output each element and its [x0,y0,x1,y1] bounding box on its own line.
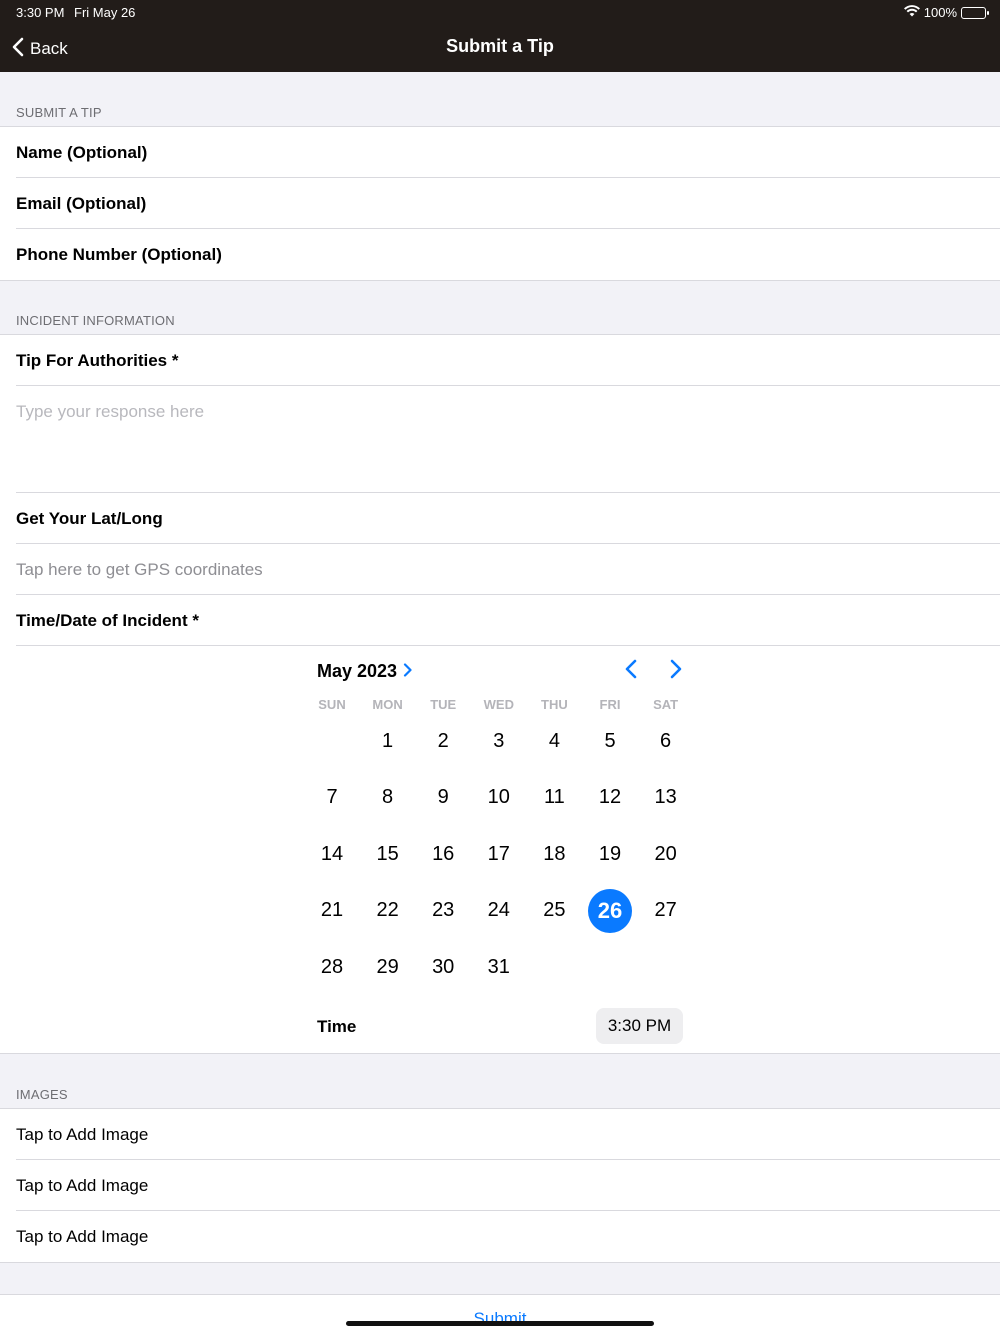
contact-fields-card: Name (Optional) Email (Optional) Phone N… [0,126,1000,281]
calendar-day[interactable]: 27 [644,889,688,933]
calendar-day[interactable]: 4 [532,719,576,763]
navigation-bar: 3:30 PM Fri May 26 100% Back Submit a Ti… [0,0,1000,72]
calendar-day[interactable]: 13 [644,776,688,820]
calendar-day[interactable]: 23 [421,889,465,933]
weekday-label: MON [372,697,403,712]
chevron-right-icon [669,659,683,684]
page-title: Submit a Tip [446,36,554,56]
calendar-day[interactable]: 15 [366,832,410,876]
calendar-day[interactable]: 11 [532,776,576,820]
calendar-day[interactable]: 14 [310,832,354,876]
chevron-right-icon [403,661,413,682]
calendar-day[interactable]: 2 [421,719,465,763]
calendar-day[interactable]: 9 [421,776,465,820]
weekday-label: SUN [318,697,346,712]
home-indicator [346,1321,654,1326]
weekday-label: FRI [599,697,621,712]
status-time: 3:30 PM [16,5,65,20]
calendar-day[interactable]: 5 [588,719,632,763]
calendar-day[interactable]: 31 [477,945,521,989]
email-field[interactable]: Email (Optional) [0,178,1000,229]
next-month-button[interactable] [662,657,690,685]
calendar-day[interactable]: 25 [532,889,576,933]
submit-button[interactable]: Submit [0,1309,1000,1329]
month-year-button[interactable]: May 2023 [317,661,413,682]
calendar-day[interactable]: 22 [366,889,410,933]
calendar-day[interactable]: 20 [644,832,688,876]
calendar-day[interactable]: 6 [644,719,688,763]
calendar-day[interactable]: 16 [421,832,465,876]
calendar-day[interactable]: 10 [477,776,521,820]
calendar-day[interactable]: 29 [366,945,410,989]
calendar-day[interactable]: 24 [477,889,521,933]
add-image-button[interactable]: Tap to Add Image [0,1160,1000,1211]
datetime-label: Time/Date of Incident * [0,595,1000,646]
calendar-day[interactable]: 30 [421,945,465,989]
chevron-left-icon [624,659,638,684]
tip-placeholder: Type your response here [16,402,205,421]
calendar-day[interactable]: 8 [366,776,410,820]
images-card: Tap to Add Image Tap to Add Image Tap to… [0,1108,1000,1263]
tip-label: Tip For Authorities * [0,335,1000,386]
battery-icon [961,6,989,19]
weekday-label: THU [541,697,568,712]
calendar-day[interactable]: 12 [588,776,632,820]
calendar-day[interactable]: 28 [310,945,354,989]
section-header-images: IMAGES [16,1087,68,1102]
wifi-icon [903,5,920,20]
time-picker-button[interactable]: 3:30 PM [596,1008,683,1044]
incident-card: Tip For Authorities * Type your response… [0,334,1000,1054]
selected-day[interactable]: 26 [588,888,632,933]
phone-field[interactable]: Phone Number (Optional) [0,229,1000,280]
status-date: Fri May 26 [74,5,136,20]
weekday-label: WED [483,697,514,712]
calendar-day[interactable]: 1 [366,719,410,763]
month-year-label: May 2023 [317,661,398,681]
calendar-day[interactable]: 3 [477,719,521,763]
name-field[interactable]: Name (Optional) [0,127,1000,178]
section-header-submit: SUBMIT A TIP [16,105,102,120]
tip-textarea[interactable]: Type your response here [0,386,1000,493]
status-indicators: 100% [903,5,989,20]
get-gps-button[interactable]: Tap here to get GPS coordinates [0,544,1000,595]
time-label: Time [317,1017,357,1036]
date-picker: May 2023 SUN MON TUE WED THU FRI SAT 123456789… [304,645,696,1055]
calendar-day[interactable]: 21 [310,889,354,933]
add-image-button[interactable]: Tap to Add Image [0,1109,1000,1160]
weekday-label: TUE [430,697,457,712]
weekday-label: SAT [653,697,679,712]
add-image-button[interactable]: Tap to Add Image [0,1211,1000,1262]
calendar-day[interactable]: 17 [477,832,521,876]
previous-month-button[interactable] [617,657,645,685]
calendar-day[interactable]: 7 [310,776,354,820]
section-header-incident: INCIDENT INFORMATION [16,313,175,328]
calendar-day[interactable]: 18 [532,832,576,876]
calendar-day[interactable]: 19 [588,832,632,876]
battery-percent: 100% [923,5,957,20]
latlong-label: Get Your Lat/Long [0,493,1000,544]
